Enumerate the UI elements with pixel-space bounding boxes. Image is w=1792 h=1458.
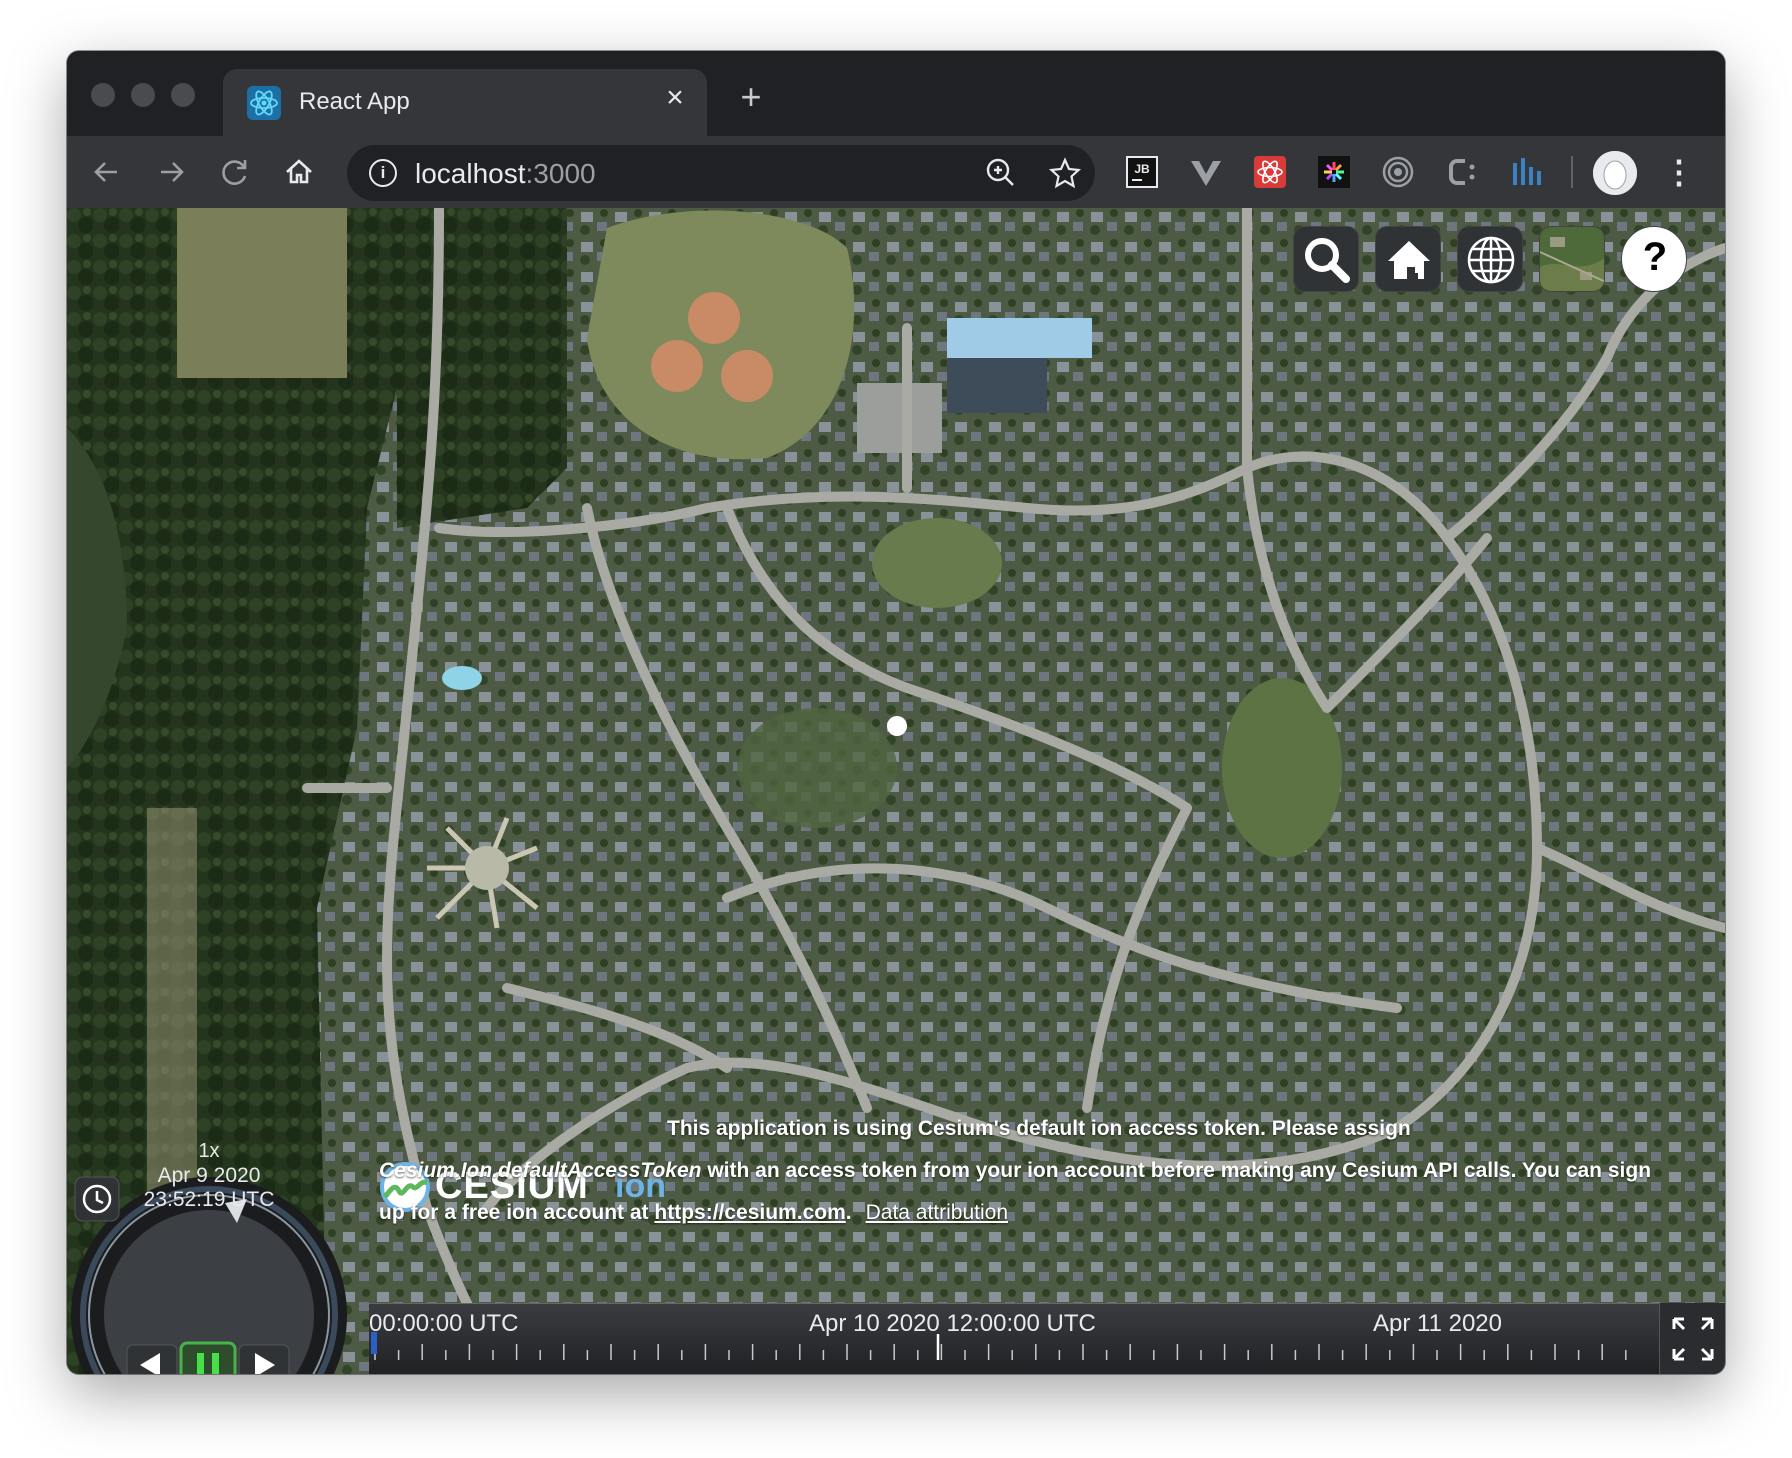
vue-devtools-icon[interactable] — [1187, 153, 1225, 191]
tab-title: React App — [299, 88, 410, 115]
home-icon — [286, 159, 312, 184]
globe-icon — [1467, 236, 1515, 284]
new-tab-button[interactable]: + — [731, 76, 771, 118]
jetbrains-extension-icon[interactable]: JB — [1123, 153, 1161, 191]
help-question-icon: ? — [1642, 235, 1668, 279]
window-minimize-dot[interactable] — [131, 83, 155, 107]
cssnpm-extension-icon[interactable] — [1443, 153, 1481, 191]
browser-toolbar: i localhost:3000 JB ⋮ — [67, 136, 1725, 208]
fullscreen-icon — [1672, 1317, 1714, 1361]
cesium-link[interactable]: https://cesium.com — [654, 1201, 845, 1224]
tab-react-app[interactable]: React App × — [223, 69, 707, 136]
browser-menu-icon[interactable]: ⋮ — [1663, 150, 1695, 194]
pause-icon — [197, 1353, 204, 1374]
cesium-viewer[interactable]: ? CESIUM ion This application is using C… — [67, 208, 1725, 1374]
window-close-dot[interactable] — [91, 83, 115, 107]
site-info-icon[interactable]: i — [369, 159, 397, 187]
scene-mode-button[interactable] — [1457, 226, 1523, 292]
tab-close-icon[interactable]: × — [657, 81, 693, 115]
profile-avatar[interactable] — [1593, 151, 1637, 195]
home-button[interactable] — [277, 150, 321, 194]
reload-icon — [222, 160, 247, 185]
tab-bar: React App × + — [67, 51, 1725, 136]
timeline[interactable]: 00:00:00 UTC Apr 10 2020 12:00:00 UTC Ap… — [369, 1303, 1659, 1374]
url-text[interactable]: localhost:3000 — [415, 158, 596, 190]
credit-line-2: Cesium.Ion.defaultAccessToken with an ac… — [379, 1159, 1652, 1182]
navigation-help-button[interactable]: ? — [1621, 226, 1687, 292]
fullscreen-button[interactable] — [1659, 1303, 1725, 1374]
geocoder-search-button[interactable] — [1293, 226, 1359, 292]
pause-button[interactable] — [179, 1341, 237, 1374]
toolbar-divider — [1571, 156, 1573, 188]
forward-arrow-icon — [161, 162, 184, 182]
credits-container: This application is using Cesium's defau… — [379, 1108, 1719, 1234]
back-arrow-icon — [94, 162, 117, 182]
target-extension-icon[interactable] — [1379, 153, 1417, 191]
credit-line-3: up for a free ion account at https://ces… — [379, 1201, 1009, 1224]
reload-button[interactable] — [213, 150, 257, 194]
base-layer-picker-button[interactable] — [1539, 226, 1605, 292]
color-picker-extension-icon[interactable] — [1315, 153, 1353, 191]
react-devtools-icon[interactable] — [1251, 153, 1289, 191]
home-view-button[interactable] — [1375, 226, 1441, 292]
svg-text:JB: JB — [1134, 162, 1150, 176]
bookmark-star-icon[interactable] — [1047, 155, 1083, 191]
credit-line-1: This application is using Cesium's defau… — [667, 1117, 1411, 1140]
home-icon — [1388, 241, 1430, 279]
window-zoom-dot[interactable] — [171, 83, 195, 107]
address-bar[interactable]: i localhost:3000 — [347, 145, 1095, 201]
animation-time: 23:52:19 UTC — [143, 1188, 275, 1211]
search-icon — [1305, 238, 1350, 283]
animation-speed: 1x — [198, 1140, 220, 1162]
zoom-icon[interactable] — [983, 155, 1019, 191]
timeline-needle[interactable] — [371, 1332, 377, 1354]
forward-button[interactable] — [149, 150, 193, 194]
browser-window: React App × + i localhost:3000 JB ⋮ ? CE… — [67, 51, 1725, 1374]
timeline-ticks — [371, 1332, 1627, 1360]
data-attribution-link[interactable]: Data attribution — [866, 1201, 1008, 1224]
imagery-thumbnail-icon — [1540, 227, 1604, 291]
bars-extension-icon[interactable] — [1507, 153, 1545, 191]
animation-date: Apr 9 2020 — [157, 1164, 261, 1187]
react-icon — [247, 86, 281, 120]
back-button[interactable] — [85, 150, 129, 194]
